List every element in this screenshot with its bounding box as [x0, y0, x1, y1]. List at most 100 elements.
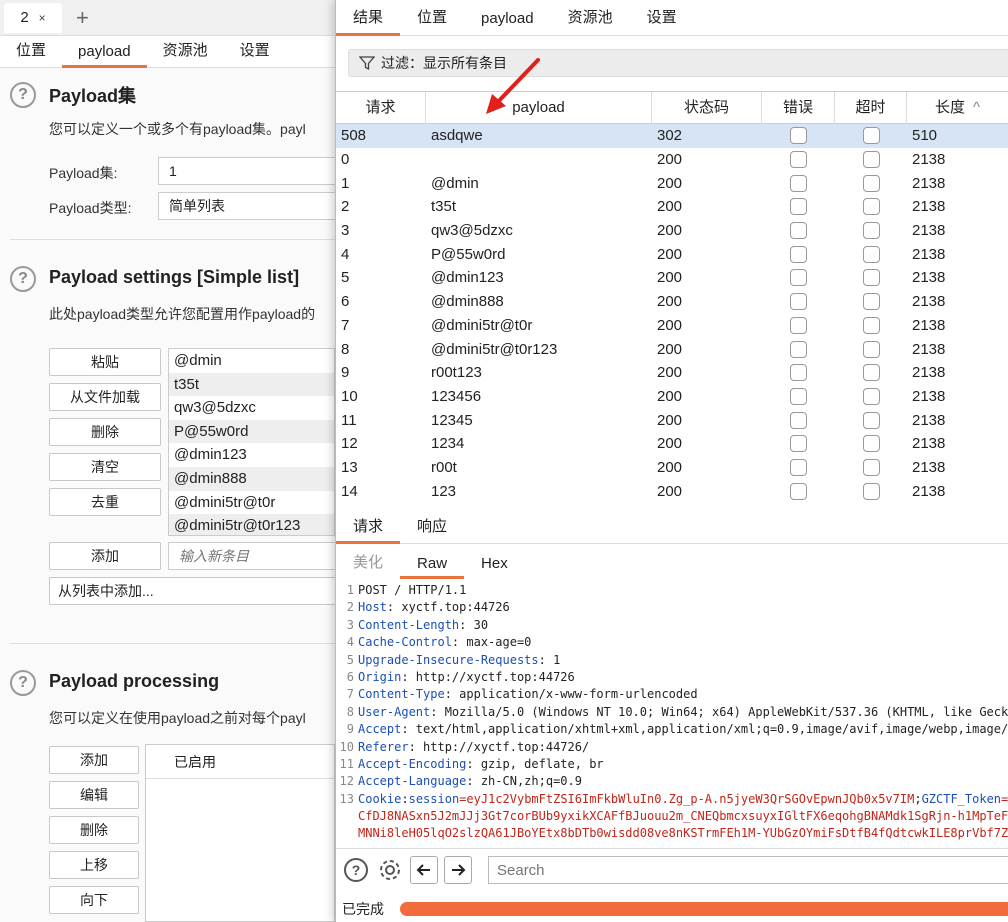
tab-hex[interactable]: Hex [464, 555, 525, 578]
list-item[interactable]: t35t [169, 372, 334, 397]
checkbox[interactable] [790, 198, 807, 216]
results-table[interactable]: 请求 payload 状态码 错误 超时 长度 ^ 508 asdqwe 302 51… [336, 91, 1008, 507]
tab-payload[interactable]: payload [62, 43, 147, 68]
checkbox[interactable] [862, 340, 880, 358]
checkbox[interactable] [790, 293, 807, 311]
edit-rule-button[interactable]: 编辑 [49, 781, 139, 809]
checkbox[interactable] [790, 458, 807, 476]
checkbox[interactable] [790, 174, 807, 192]
search-input[interactable] [488, 856, 1008, 884]
checkbox[interactable] [862, 174, 880, 192]
checkbox[interactable] [862, 245, 880, 263]
back-arrow-icon[interactable] [410, 855, 438, 884]
paste-button[interactable]: 粘贴 [49, 348, 161, 376]
remove-rule-button[interactable]: 删除 [49, 816, 139, 844]
request-editor[interactable]: 1 POST / HTTP/1.1 2 Host: xyctf.top:44726 3 C… [336, 582, 1008, 844]
tab-positions[interactable]: 位置 [400, 6, 464, 35]
table-row[interactable]: 11 12345 200 2138 [336, 408, 1008, 432]
payload-type-select[interactable]: 简单列表 [158, 192, 335, 220]
help-icon[interactable]: ? [10, 82, 36, 108]
table-row[interactable]: 3 qw3@5dzxc 200 2138 [336, 219, 1008, 243]
tab-settings[interactable]: 设置 [224, 39, 286, 67]
table-row[interactable]: 1 @dmin 200 2138 [336, 171, 1008, 195]
tab-positions[interactable]: 位置 [0, 39, 62, 67]
table-row[interactable]: 508 asdqwe 302 510 [336, 124, 1008, 148]
column-header-timeout[interactable]: 超时 [835, 92, 907, 124]
add-rule-button[interactable]: 添加 [49, 746, 139, 774]
filter-bar[interactable]: 过滤：显示所有条目 [348, 49, 1008, 77]
tab-payload[interactable]: payload [464, 10, 551, 35]
checkbox[interactable] [790, 316, 807, 334]
table-row[interactable]: 14 123 200 2138 [336, 479, 1008, 503]
checkbox[interactable] [862, 458, 880, 476]
remove-button[interactable]: 删除 [49, 418, 161, 446]
forward-arrow-icon[interactable] [444, 855, 472, 884]
checkbox[interactable] [862, 198, 880, 216]
help-icon[interactable]: ? [342, 856, 370, 884]
clear-button[interactable]: 清空 [49, 453, 161, 481]
table-row[interactable]: 6 @dmin888 200 2138 [336, 290, 1008, 314]
move-up-button[interactable]: 上移 [49, 851, 139, 879]
checkbox[interactable] [862, 435, 880, 453]
column-header-enabled[interactable]: 已启用 [146, 745, 334, 779]
checkbox[interactable] [862, 411, 880, 429]
checkbox[interactable] [862, 364, 880, 382]
column-header-error[interactable]: 错误 [762, 92, 835, 124]
table-row[interactable]: 13 r00t 200 2138 [336, 456, 1008, 480]
column-header-request[interactable]: 请求 [336, 92, 426, 124]
table-row[interactable]: 7 @dmini5tr@t0r 200 2138 [336, 314, 1008, 338]
checkbox[interactable] [790, 127, 807, 145]
deduplicate-button[interactable]: 去重 [49, 488, 161, 516]
gear-icon[interactable] [376, 856, 404, 884]
checkbox[interactable] [862, 151, 880, 169]
add-from-list-select[interactable]: 从列表中添加... [49, 577, 335, 605]
list-item[interactable]: qw3@5dzxc [169, 396, 334, 420]
checkbox[interactable] [862, 482, 880, 500]
tab-resource-pool[interactable]: 资源池 [551, 6, 630, 35]
tab-results[interactable]: 结果 [336, 6, 401, 36]
close-icon[interactable]: × [39, 11, 46, 25]
table-row[interactable]: 12 1234 200 2138 [336, 432, 1008, 456]
checkbox[interactable] [862, 222, 880, 240]
checkbox[interactable] [790, 222, 807, 240]
add-button[interactable]: 添加 [49, 542, 161, 570]
table-row[interactable]: 4 P@55w0rd 200 2138 [336, 242, 1008, 266]
checkbox[interactable] [790, 245, 807, 263]
list-item[interactable]: P@55w0rd [169, 419, 334, 444]
table-row[interactable]: 8 @dmini5tr@t0r123 200 2138 [336, 337, 1008, 361]
checkbox[interactable] [790, 151, 807, 169]
processing-rules-table[interactable]: 已启用 [145, 744, 335, 922]
payload-set-select[interactable]: 1 [158, 157, 335, 185]
checkbox[interactable] [790, 387, 807, 405]
tab-raw[interactable]: Raw [400, 555, 465, 579]
tab-response[interactable]: 响应 [400, 515, 464, 543]
checkbox[interactable] [790, 364, 807, 382]
help-icon[interactable]: ? [10, 266, 36, 292]
checkbox[interactable] [862, 127, 880, 145]
list-item[interactable]: @dmin [169, 349, 334, 373]
table-row[interactable]: 10 123456 200 2138 [336, 385, 1008, 409]
checkbox[interactable] [790, 269, 807, 287]
checkbox[interactable] [862, 316, 880, 334]
checkbox[interactable] [790, 411, 807, 429]
list-item[interactable]: @dmin888 [169, 466, 334, 491]
move-down-button[interactable]: 向下 [49, 886, 139, 914]
tab-resource-pool[interactable]: 资源池 [147, 39, 224, 67]
checkbox[interactable] [862, 387, 880, 405]
checkbox[interactable] [862, 293, 880, 311]
table-row[interactable]: 9 r00t123 200 2138 [336, 361, 1008, 385]
list-item[interactable]: @dmini5tr@t0r123 [169, 514, 334, 535]
checkbox[interactable] [862, 269, 880, 287]
load-from-file-button[interactable]: 从文件加载 [49, 383, 161, 411]
new-tab-button[interactable]: + [76, 6, 89, 29]
checkbox[interactable] [790, 340, 807, 358]
tab-request[interactable]: 请求 [336, 515, 401, 544]
column-header-status[interactable]: 状态码 [652, 92, 762, 124]
list-item[interactable]: @dmini5tr@t0r [169, 491, 334, 515]
checkbox[interactable] [790, 482, 807, 500]
table-row[interactable]: 2 t35t 200 2138 [336, 195, 1008, 219]
checkbox[interactable] [790, 435, 807, 453]
list-item[interactable]: @dmin123 [169, 443, 334, 467]
table-row[interactable]: 0 200 2138 [336, 148, 1008, 172]
help-icon[interactable]: ? [10, 670, 36, 696]
